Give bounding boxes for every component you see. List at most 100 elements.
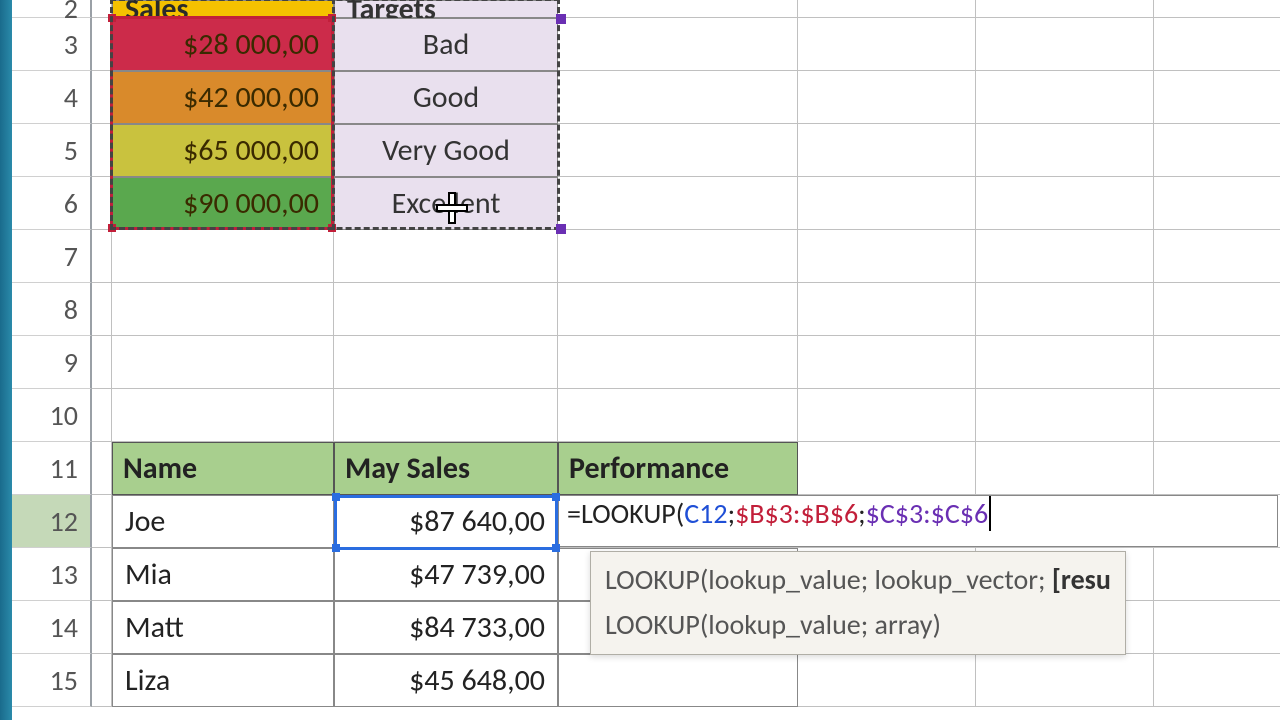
cell-A7[interactable]	[92, 230, 112, 283]
cell-F5[interactable]	[976, 124, 1154, 177]
tooltip-overload-2[interactable]: LOOKUP(lookup_value; array)	[605, 603, 1111, 648]
cell-B11[interactable]: Name	[112, 442, 334, 495]
cell-G14[interactable]	[1154, 601, 1280, 654]
cell-B13[interactable]: Mia	[112, 548, 334, 601]
cell-E3[interactable]	[798, 18, 976, 71]
cell-D4[interactable]	[558, 71, 798, 124]
cell-D7[interactable]	[558, 230, 798, 283]
row-header-13[interactable]: 13	[12, 548, 92, 601]
cell-C9[interactable]	[334, 336, 558, 389]
cell-D6[interactable]	[558, 177, 798, 230]
cell-B2[interactable]: Sales	[112, 0, 334, 18]
row-header-4[interactable]: 4	[12, 71, 92, 124]
cell-G10[interactable]	[1154, 389, 1280, 442]
row-header-6[interactable]: 6	[12, 177, 92, 230]
cell-C14[interactable]: $84 733,00	[334, 601, 558, 654]
cell-E7[interactable]	[798, 230, 976, 283]
cell-B14[interactable]: Matt	[112, 601, 334, 654]
cell-G11[interactable]	[1154, 442, 1280, 495]
cell-C4[interactable]: Good	[334, 71, 558, 124]
cell-A2[interactable]	[92, 0, 112, 18]
spreadsheet-view[interactable]: 2 Sales Targets 3 $28 000,00 Bad 4 $42 0…	[0, 0, 1280, 720]
cell-C12[interactable]: $87 640,00	[334, 495, 558, 548]
row-header-8[interactable]: 8	[12, 283, 92, 336]
cell-D10[interactable]	[558, 389, 798, 442]
cell-B4[interactable]: $42 000,00	[112, 71, 334, 124]
cell-A10[interactable]	[92, 389, 112, 442]
cell-D8[interactable]	[558, 283, 798, 336]
cell-B6[interactable]: $90 000,00	[112, 177, 334, 230]
cell-A8[interactable]	[92, 283, 112, 336]
cell-F6[interactable]	[976, 177, 1154, 230]
cell-D12[interactable]: =LOOKUP(C12;$B$3:$B$6;$C$3:$C$6 LOOKUP(l…	[558, 495, 798, 548]
cell-E4[interactable]	[798, 71, 976, 124]
cell-F11[interactable]	[976, 442, 1154, 495]
row-header-10[interactable]: 10	[12, 389, 92, 442]
cell-B10[interactable]	[112, 389, 334, 442]
row-header-15[interactable]: 15	[12, 654, 92, 707]
cell-F9[interactable]	[976, 336, 1154, 389]
cell-C3[interactable]: Bad	[334, 18, 558, 71]
cell-E8[interactable]	[798, 283, 976, 336]
formula-editor[interactable]: =LOOKUP(C12;$B$3:$B$6;$C$3:$C$6	[558, 495, 1278, 547]
cell-F3[interactable]	[976, 18, 1154, 71]
cell-G8[interactable]	[1154, 283, 1280, 336]
cell-C8[interactable]	[334, 283, 558, 336]
cell-A6[interactable]	[92, 177, 112, 230]
cell-G13[interactable]	[1154, 548, 1280, 601]
row-header-3[interactable]: 3	[12, 18, 92, 71]
cell-E5[interactable]	[798, 124, 976, 177]
cell-G5[interactable]	[1154, 124, 1280, 177]
cell-C2[interactable]: Targets	[334, 0, 558, 18]
cell-E11[interactable]	[798, 442, 976, 495]
cell-E9[interactable]	[798, 336, 976, 389]
cell-C13[interactable]: $47 739,00	[334, 548, 558, 601]
formula-tooltip[interactable]: LOOKUP(lookup_value; lookup_vector; [res…	[590, 551, 1126, 655]
cell-A5[interactable]	[92, 124, 112, 177]
cell-F2[interactable]	[976, 0, 1154, 18]
cell-C7[interactable]	[334, 230, 558, 283]
cell-D15[interactable]	[558, 654, 798, 707]
cell-A3[interactable]	[92, 18, 112, 71]
cell-F10[interactable]	[976, 389, 1154, 442]
cell-F8[interactable]	[976, 283, 1154, 336]
cell-B12[interactable]: Joe	[112, 495, 334, 548]
cell-E6[interactable]	[798, 177, 976, 230]
cell-C15[interactable]: $45 648,00	[334, 654, 558, 707]
cell-G9[interactable]	[1154, 336, 1280, 389]
cell-D5[interactable]	[558, 124, 798, 177]
cell-D9[interactable]	[558, 336, 798, 389]
cell-E10[interactable]	[798, 389, 976, 442]
cell-G7[interactable]	[1154, 230, 1280, 283]
row-header-5[interactable]: 5	[12, 124, 92, 177]
tooltip-overload-1[interactable]: LOOKUP(lookup_value; lookup_vector; [res…	[605, 558, 1111, 603]
cell-A11[interactable]	[92, 442, 112, 495]
cell-C10[interactable]	[334, 389, 558, 442]
row-header-7[interactable]: 7	[12, 230, 92, 283]
row-header-2[interactable]: 2	[12, 0, 92, 18]
cell-G15[interactable]	[1154, 654, 1280, 707]
cell-G6[interactable]	[1154, 177, 1280, 230]
cell-C6[interactable]: Excellent	[334, 177, 558, 230]
cell-A12[interactable]	[92, 495, 112, 548]
cell-A9[interactable]	[92, 336, 112, 389]
cell-B9[interactable]	[112, 336, 334, 389]
cell-C11[interactable]: May Sales	[334, 442, 558, 495]
cell-B15[interactable]: Liza	[112, 654, 334, 707]
cell-D3[interactable]	[558, 18, 798, 71]
cell-B8[interactable]	[112, 283, 334, 336]
cell-B5[interactable]: $65 000,00	[112, 124, 334, 177]
cell-B7[interactable]	[112, 230, 334, 283]
cell-F7[interactable]	[976, 230, 1154, 283]
cell-A14[interactable]	[92, 601, 112, 654]
cell-G3[interactable]	[1154, 18, 1280, 71]
cell-G2[interactable]	[1154, 0, 1280, 18]
cell-F15[interactable]	[976, 654, 1154, 707]
cell-E2[interactable]	[798, 0, 976, 18]
cell-G4[interactable]	[1154, 71, 1280, 124]
grid[interactable]: 2 Sales Targets 3 $28 000,00 Bad 4 $42 0…	[12, 0, 1280, 720]
cell-B3[interactable]: $28 000,00	[112, 18, 334, 71]
row-header-14[interactable]: 14	[12, 601, 92, 654]
cell-A4[interactable]	[92, 71, 112, 124]
cell-A15[interactable]	[92, 654, 112, 707]
